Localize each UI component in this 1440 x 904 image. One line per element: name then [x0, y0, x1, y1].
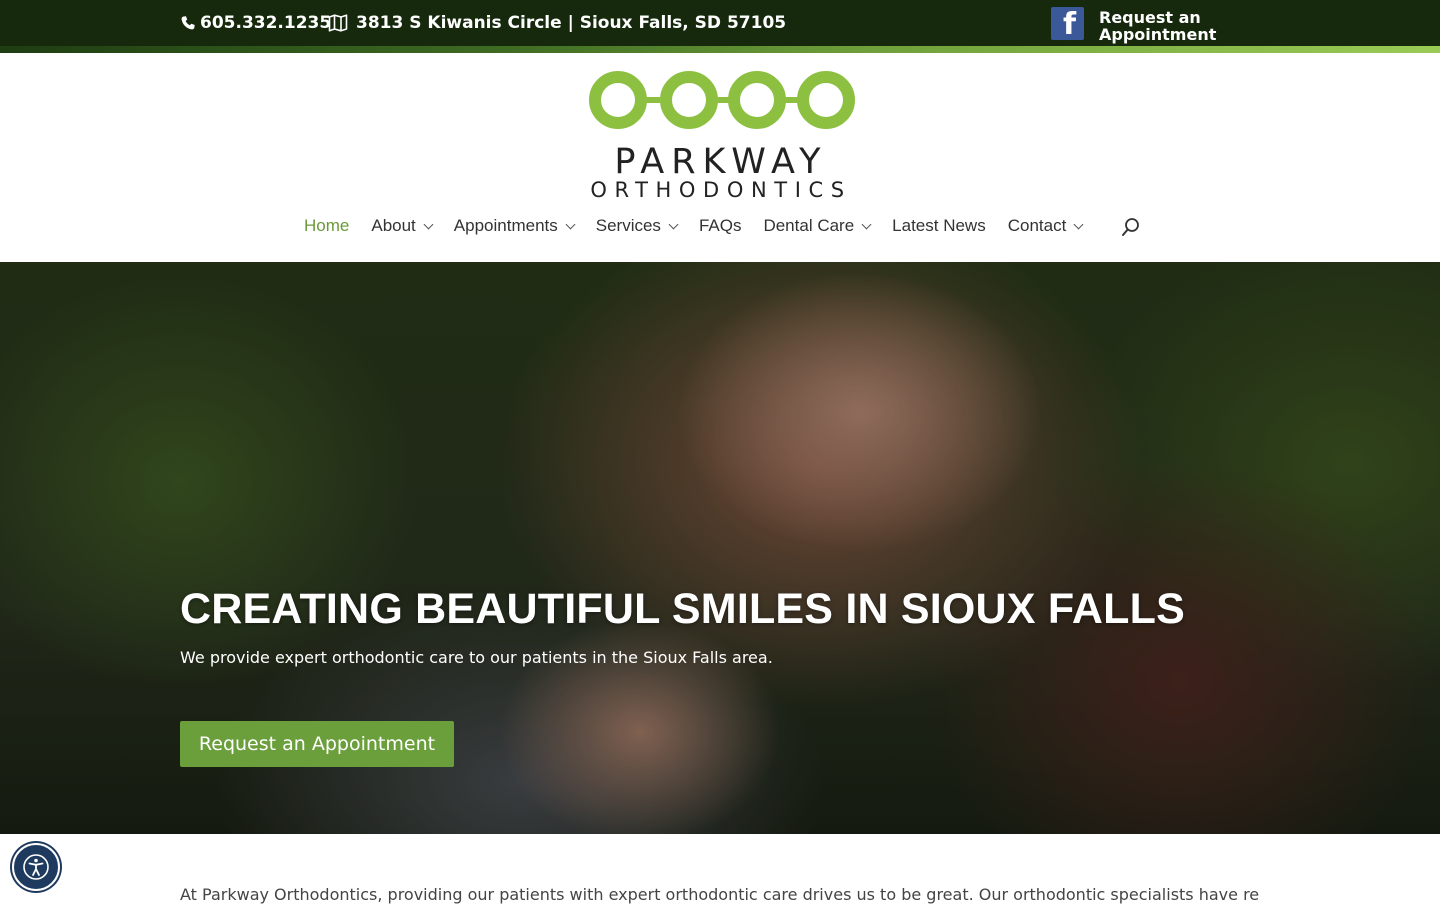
phone-number[interactable]: 605.332.1235: [200, 13, 331, 33]
hero-subtitle: We provide expert orthodontic care to ou…: [180, 648, 773, 667]
nav-item-services[interactable]: Services: [596, 216, 679, 236]
map-icon: [328, 14, 348, 32]
search-icon[interactable]: [1120, 216, 1142, 238]
main-nav: Home About Appointments Services FAQs De…: [304, 214, 1104, 238]
logo-text-parkway: PARKWAY: [614, 142, 828, 182]
nav-item-latest-news[interactable]: Latest News: [892, 216, 986, 236]
chevron-down-icon: [1073, 219, 1084, 229]
top-bar: 605.332.1235 3813 S Kiwanis Circle | Sio…: [0, 0, 1440, 46]
nav-item-about[interactable]: About: [371, 216, 434, 236]
nav-item-contact[interactable]: Contact: [1008, 216, 1084, 236]
nav-item-dental-care[interactable]: Dental Care: [763, 216, 872, 236]
chevron-down-icon: [861, 219, 872, 229]
logo-text-orthodontics: ORTHODONTICS: [590, 178, 852, 202]
site-logo[interactable]: PARKWAY ORTHODONTICS: [588, 70, 858, 202]
chevron-down-icon: [668, 219, 679, 229]
accessibility-icon[interactable]: [12, 843, 60, 891]
address-text[interactable]: 3813 S Kiwanis Circle | Sioux Falls, SD …: [356, 13, 786, 33]
hero-banner: CREATING BEAUTIFUL SMILES IN SIOUX FALLS…: [0, 262, 1440, 834]
nav-item-appointments[interactable]: Appointments: [454, 216, 576, 236]
request-appointment-link[interactable]: Request an Appointment: [1099, 9, 1239, 43]
top-bar-stripe: [0, 46, 1440, 53]
top-phone[interactable]: 605.332.1235: [180, 13, 331, 33]
chevron-down-icon: [423, 219, 434, 229]
chevron-down-icon: [565, 219, 576, 229]
intro-paragraph: At Parkway Orthodontics, providing our p…: [180, 885, 1260, 904]
nav-item-home[interactable]: Home: [304, 216, 349, 236]
top-address[interactable]: 3813 S Kiwanis Circle | Sioux Falls, SD …: [328, 13, 786, 33]
request-appointment-button[interactable]: Request an Appointment: [180, 721, 454, 767]
phone-icon: [181, 16, 195, 30]
facebook-icon[interactable]: f: [1051, 7, 1084, 40]
nav-item-faqs[interactable]: FAQs: [699, 216, 742, 236]
logo-rings-graphic: [589, 71, 855, 129]
hero-title: CREATING BEAUTIFUL SMILES IN SIOUX FALLS: [180, 585, 1185, 633]
